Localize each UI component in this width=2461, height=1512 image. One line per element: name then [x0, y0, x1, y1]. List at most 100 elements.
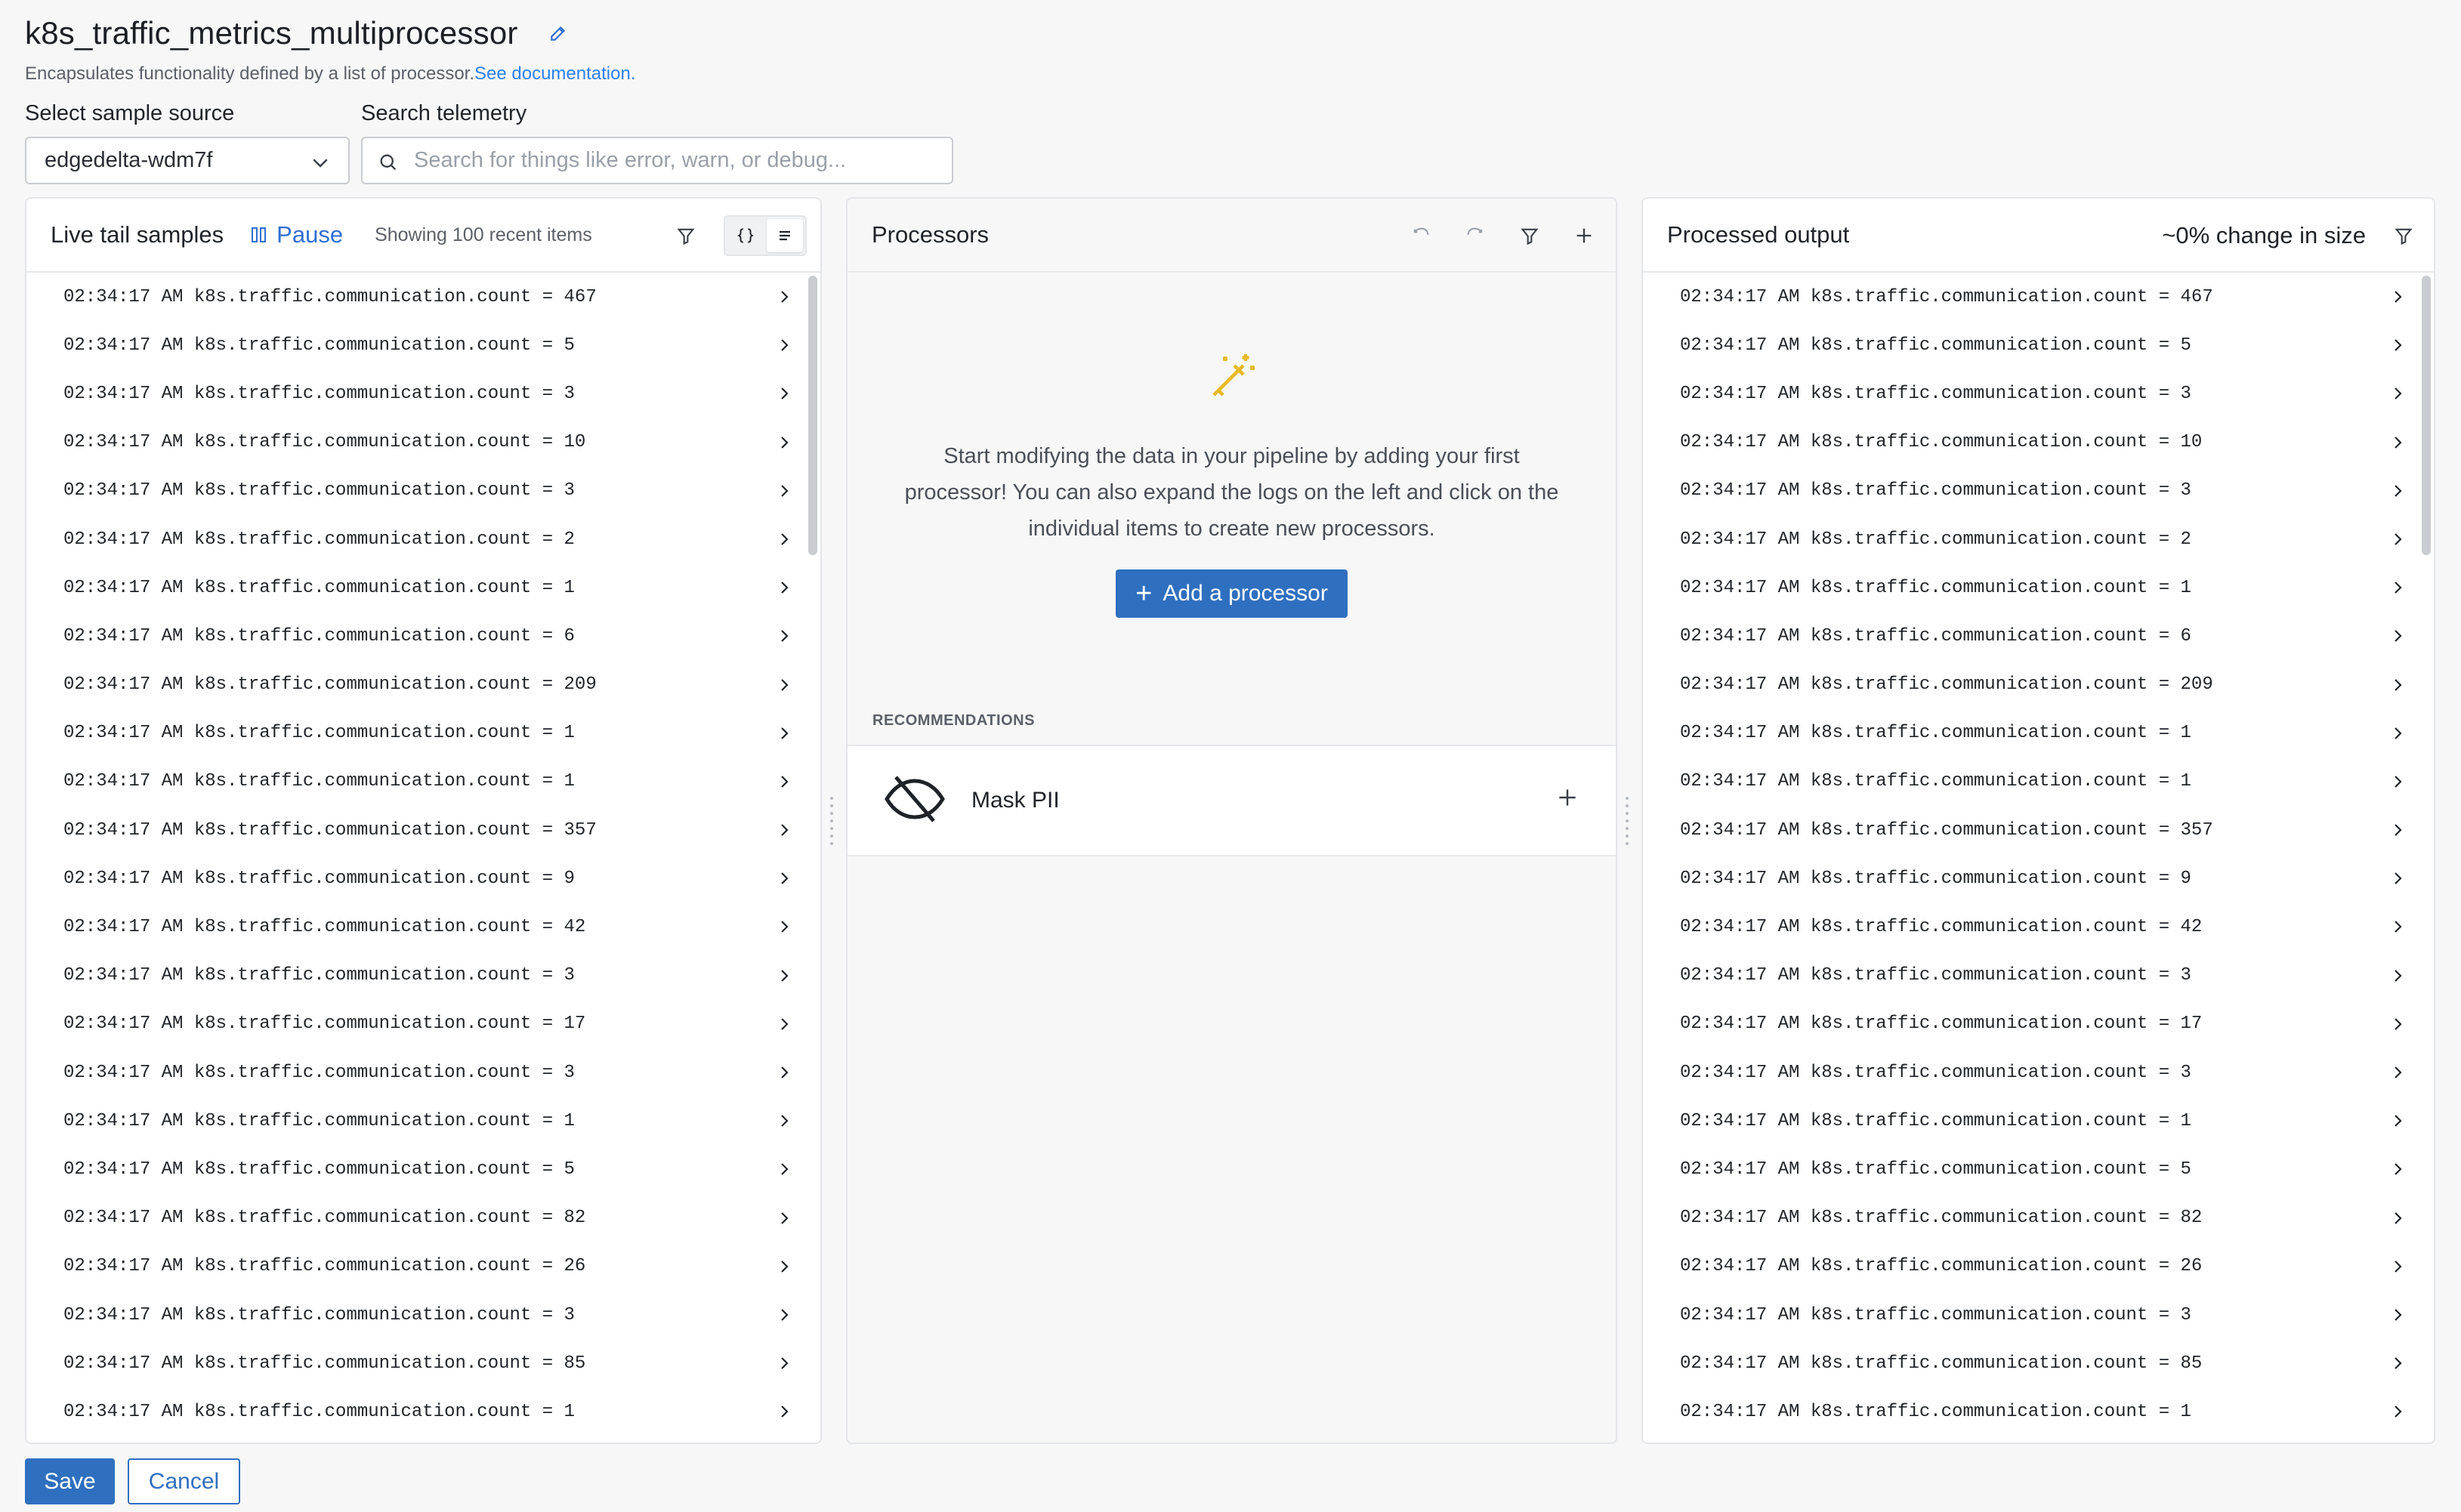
- lines-icon[interactable]: [767, 219, 803, 252]
- chevron-right-icon[interactable]: [2388, 530, 2407, 554]
- chevron-right-icon[interactable]: [775, 967, 793, 991]
- chevron-right-icon[interactable]: [2388, 627, 2407, 651]
- chevron-right-icon[interactable]: [2388, 967, 2407, 991]
- log-row[interactable]: 02:34:17 AM k8s.traffic.communication.co…: [1643, 1097, 2434, 1145]
- log-row[interactable]: 02:34:17 AM k8s.traffic.communication.co…: [1643, 321, 2434, 369]
- log-row[interactable]: 02:34:17 AM k8s.traffic.communication.co…: [1643, 1194, 2434, 1242]
- log-row[interactable]: 02:34:17 AM k8s.traffic.communication.co…: [1643, 854, 2434, 903]
- redo-icon[interactable]: [1460, 221, 1490, 251]
- resize-handle-right[interactable]: [1626, 797, 1635, 847]
- chevron-right-icon[interactable]: [775, 821, 793, 845]
- chevron-right-icon[interactable]: [775, 724, 793, 748]
- log-row[interactable]: 02:34:17 AM k8s.traffic.communication.co…: [1643, 369, 2434, 418]
- chevron-right-icon[interactable]: [775, 482, 793, 506]
- log-row[interactable]: 02:34:17 AM k8s.traffic.communication.co…: [26, 1194, 820, 1242]
- chevron-right-icon[interactable]: [2388, 821, 2407, 845]
- documentation-link[interactable]: See documentation.: [474, 63, 635, 84]
- log-row[interactable]: 02:34:17 AM k8s.traffic.communication.co…: [26, 515, 820, 563]
- chevron-right-icon[interactable]: [775, 773, 793, 797]
- braces-icon[interactable]: [727, 219, 764, 252]
- chevron-right-icon[interactable]: [2388, 724, 2407, 748]
- log-row[interactable]: 02:34:17 AM k8s.traffic.communication.co…: [26, 418, 820, 467]
- chevron-right-icon[interactable]: [2388, 1306, 2407, 1330]
- chevron-right-icon[interactable]: [2388, 918, 2407, 942]
- add-processor-button[interactable]: + Add a processor: [1116, 569, 1348, 618]
- search-input[interactable]: [414, 148, 952, 173]
- undo-icon[interactable]: [1406, 221, 1436, 251]
- log-row[interactable]: 02:34:17 AM k8s.traffic.communication.co…: [1643, 1387, 2434, 1436]
- log-row[interactable]: 02:34:17 AM k8s.traffic.communication.co…: [1643, 1048, 2434, 1097]
- log-row[interactable]: 02:34:17 AM k8s.traffic.communication.co…: [26, 467, 820, 515]
- chevron-right-icon[interactable]: [775, 918, 793, 942]
- search-telemetry-field[interactable]: [361, 137, 953, 184]
- log-row[interactable]: 02:34:17 AM k8s.traffic.communication.co…: [1643, 1242, 2434, 1291]
- filter-icon[interactable]: [1515, 221, 1545, 251]
- log-row[interactable]: 02:34:17 AM k8s.traffic.communication.co…: [26, 952, 820, 1000]
- sample-source-select[interactable]: edgedelta-wdm7f: [25, 137, 350, 184]
- log-row[interactable]: 02:34:17 AM k8s.traffic.communication.co…: [26, 903, 820, 951]
- chevron-right-icon[interactable]: [775, 869, 793, 893]
- log-row[interactable]: 02:34:17 AM k8s.traffic.communication.co…: [1643, 1339, 2434, 1387]
- log-row[interactable]: 02:34:17 AM k8s.traffic.communication.co…: [26, 709, 820, 758]
- chevron-right-icon[interactable]: [2388, 336, 2407, 360]
- plus-icon[interactable]: [1555, 785, 1579, 813]
- chevron-right-icon[interactable]: [775, 1112, 793, 1136]
- log-row[interactable]: 02:34:17 AM k8s.traffic.communication.co…: [1643, 418, 2434, 467]
- chevron-right-icon[interactable]: [2388, 482, 2407, 506]
- log-row[interactable]: 02:34:17 AM k8s.traffic.communication.co…: [26, 1291, 820, 1339]
- chevron-right-icon[interactable]: [775, 434, 793, 458]
- chevron-right-icon[interactable]: [775, 1306, 793, 1330]
- chevron-right-icon[interactable]: [2388, 676, 2407, 700]
- log-row[interactable]: 02:34:17 AM k8s.traffic.communication.co…: [26, 369, 820, 418]
- chevron-right-icon[interactable]: [2388, 869, 2407, 893]
- log-row[interactable]: 02:34:17 AM k8s.traffic.communication.co…: [26, 854, 820, 903]
- chevron-right-icon[interactable]: [2388, 579, 2407, 603]
- filter-icon[interactable]: [671, 221, 701, 251]
- log-row[interactable]: 02:34:17 AM k8s.traffic.communication.co…: [1643, 1291, 2434, 1339]
- cancel-button[interactable]: Cancel: [128, 1458, 240, 1504]
- log-row[interactable]: 02:34:17 AM k8s.traffic.communication.co…: [1643, 1000, 2434, 1048]
- log-row[interactable]: 02:34:17 AM k8s.traffic.communication.co…: [26, 1048, 820, 1097]
- log-row[interactable]: 02:34:17 AM k8s.traffic.communication.co…: [26, 1242, 820, 1291]
- log-row[interactable]: 02:34:17 AM k8s.traffic.communication.co…: [1643, 661, 2434, 709]
- chevron-right-icon[interactable]: [2388, 384, 2407, 409]
- chevron-right-icon[interactable]: [775, 1257, 793, 1282]
- log-row[interactable]: 02:34:17 AM k8s.traffic.communication.co…: [1643, 758, 2434, 806]
- save-button[interactable]: Save: [25, 1458, 115, 1504]
- chevron-right-icon[interactable]: [775, 336, 793, 360]
- recommendation-mask-pii[interactable]: Mask PII: [848, 745, 1616, 856]
- log-row[interactable]: 02:34:17 AM k8s.traffic.communication.co…: [26, 661, 820, 709]
- chevron-right-icon[interactable]: [775, 627, 793, 651]
- log-row[interactable]: 02:34:17 AM k8s.traffic.communication.co…: [1643, 467, 2434, 515]
- chevron-right-icon[interactable]: [775, 676, 793, 700]
- chevron-right-icon[interactable]: [2388, 434, 2407, 458]
- pause-button[interactable]: Pause: [251, 221, 343, 248]
- log-row[interactable]: 02:34:17 AM k8s.traffic.communication.co…: [26, 273, 820, 321]
- log-row[interactable]: 02:34:17 AM k8s.traffic.communication.co…: [26, 806, 820, 854]
- plus-icon[interactable]: [1569, 221, 1599, 251]
- chevron-right-icon[interactable]: [2388, 1015, 2407, 1039]
- chevron-right-icon[interactable]: [2388, 1257, 2407, 1282]
- pencil-icon[interactable]: [547, 22, 570, 45]
- log-row[interactable]: 02:34:17 AM k8s.traffic.communication.co…: [26, 758, 820, 806]
- chevron-right-icon[interactable]: [775, 384, 793, 409]
- log-row[interactable]: 02:34:17 AM k8s.traffic.communication.co…: [26, 1339, 820, 1387]
- chevron-right-icon[interactable]: [2388, 288, 2407, 312]
- chevron-right-icon[interactable]: [2388, 1063, 2407, 1088]
- chevron-right-icon[interactable]: [775, 1209, 793, 1233]
- log-row[interactable]: 02:34:17 AM k8s.traffic.communication.co…: [1643, 612, 2434, 660]
- log-row[interactable]: 02:34:17 AM k8s.traffic.communication.co…: [1643, 903, 2434, 951]
- chevron-right-icon[interactable]: [775, 579, 793, 603]
- chevron-right-icon[interactable]: [775, 288, 793, 312]
- chevron-right-icon[interactable]: [2388, 1160, 2407, 1184]
- chevron-right-icon[interactable]: [2388, 1402, 2407, 1427]
- filter-icon[interactable]: [2388, 221, 2419, 251]
- chevron-right-icon[interactable]: [2388, 1354, 2407, 1378]
- log-row[interactable]: 02:34:17 AM k8s.traffic.communication.co…: [26, 563, 820, 612]
- log-row[interactable]: 02:34:17 AM k8s.traffic.communication.co…: [1643, 515, 2434, 563]
- chevron-right-icon[interactable]: [775, 1160, 793, 1184]
- chevron-right-icon[interactable]: [775, 1015, 793, 1039]
- log-row[interactable]: 02:34:17 AM k8s.traffic.communication.co…: [1643, 1145, 2434, 1193]
- log-row[interactable]: 02:34:17 AM k8s.traffic.communication.co…: [26, 1387, 820, 1436]
- log-row[interactable]: 02:34:17 AM k8s.traffic.communication.co…: [26, 321, 820, 369]
